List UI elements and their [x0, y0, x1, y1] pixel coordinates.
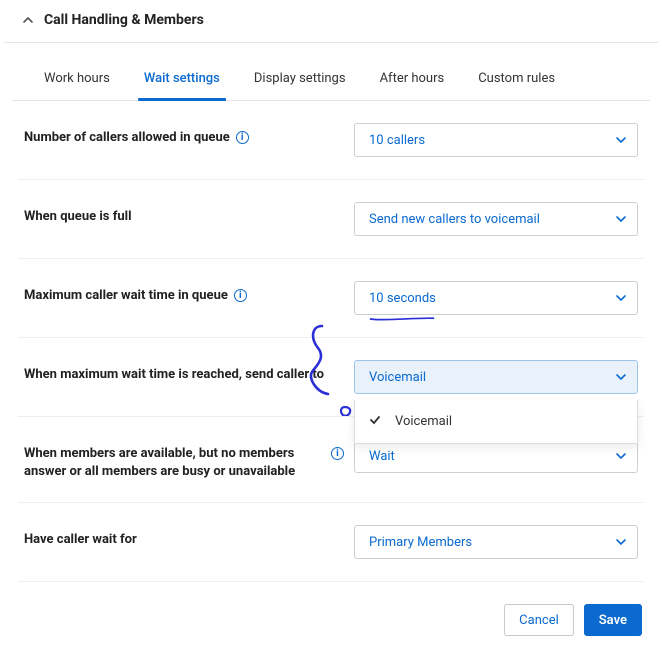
chevron-down-icon: [615, 450, 627, 462]
cancel-button[interactable]: Cancel: [504, 604, 574, 636]
row-queue-full: When queue is full Send new callers to v…: [18, 180, 644, 259]
select-max-wait-action[interactable]: Voicemail: [354, 360, 638, 394]
select-queue-full[interactable]: Send new callers to voicemail: [354, 202, 638, 236]
tab-after-hours[interactable]: After hours: [376, 57, 449, 100]
tabs: Work hours Wait settings Display setting…: [12, 57, 650, 101]
button-label: Save: [599, 613, 627, 628]
save-button[interactable]: Save: [584, 604, 642, 636]
tab-label: Display settings: [254, 71, 346, 86]
row-wait-for: Have caller wait for Primary Members: [18, 503, 644, 582]
field-label: Have caller wait for: [24, 525, 344, 549]
field-label: When members are available, but no membe…: [24, 439, 344, 480]
select-wait-for[interactable]: Primary Members: [354, 525, 638, 559]
option-label: Voicemail: [395, 414, 452, 429]
tab-label: Work hours: [44, 71, 110, 86]
select-value: Wait: [369, 449, 395, 464]
row-max-wait-action: When maximum wait time is reached, send …: [18, 338, 644, 417]
button-label: Cancel: [519, 613, 559, 628]
tab-label: Custom rules: [478, 71, 555, 86]
row-callers-allowed: Number of callers allowed in queue i 10 …: [18, 101, 644, 180]
info-icon[interactable]: i: [234, 289, 247, 302]
tab-wait-settings[interactable]: Wait settings: [140, 57, 224, 100]
chevron-up-icon: [22, 14, 34, 26]
annotation-ink: [359, 316, 445, 322]
chevron-down-icon: [615, 292, 627, 304]
chevron-down-icon: [615, 213, 627, 225]
info-icon[interactable]: i: [331, 447, 344, 460]
tab-display-settings[interactable]: Display settings: [250, 57, 350, 100]
info-icon[interactable]: i: [236, 131, 249, 144]
row-max-wait: Maximum caller wait time in queue i 10 s…: [18, 259, 644, 338]
select-callers-allowed[interactable]: 10 callers: [354, 123, 638, 157]
tab-work-hours[interactable]: Work hours: [40, 57, 114, 100]
select-value: 10 seconds: [369, 291, 436, 306]
field-label: Maximum caller wait time in queue i: [24, 281, 344, 305]
field-label: Number of callers allowed in queue i: [24, 123, 344, 147]
field-label: When maximum wait time is reached, send …: [24, 360, 344, 384]
select-value: Send new callers to voicemail: [369, 212, 540, 227]
select-value: 10 callers: [369, 133, 425, 148]
tab-custom-rules[interactable]: Custom rules: [474, 57, 559, 100]
select-value: Primary Members: [369, 535, 472, 550]
field-label: When queue is full: [24, 202, 344, 226]
section-title: Call Handling & Members: [44, 12, 204, 28]
select-value: Voicemail: [369, 370, 426, 385]
tab-label: After hours: [380, 71, 445, 86]
check-icon: [369, 414, 381, 430]
select-dropdown: Voicemail: [354, 400, 638, 444]
chevron-down-icon: [615, 371, 627, 383]
select-max-wait[interactable]: 10 seconds: [354, 281, 638, 315]
chevron-down-icon: [615, 536, 627, 548]
chevron-down-icon: [615, 134, 627, 146]
tab-label: Wait settings: [144, 71, 220, 86]
select-no-answer[interactable]: Wait: [354, 439, 638, 473]
section-header[interactable]: Call Handling & Members: [0, 0, 662, 42]
select-option[interactable]: Voicemail: [355, 406, 637, 437]
footer: Cancel Save: [0, 582, 662, 654]
divider: [4, 42, 658, 43]
